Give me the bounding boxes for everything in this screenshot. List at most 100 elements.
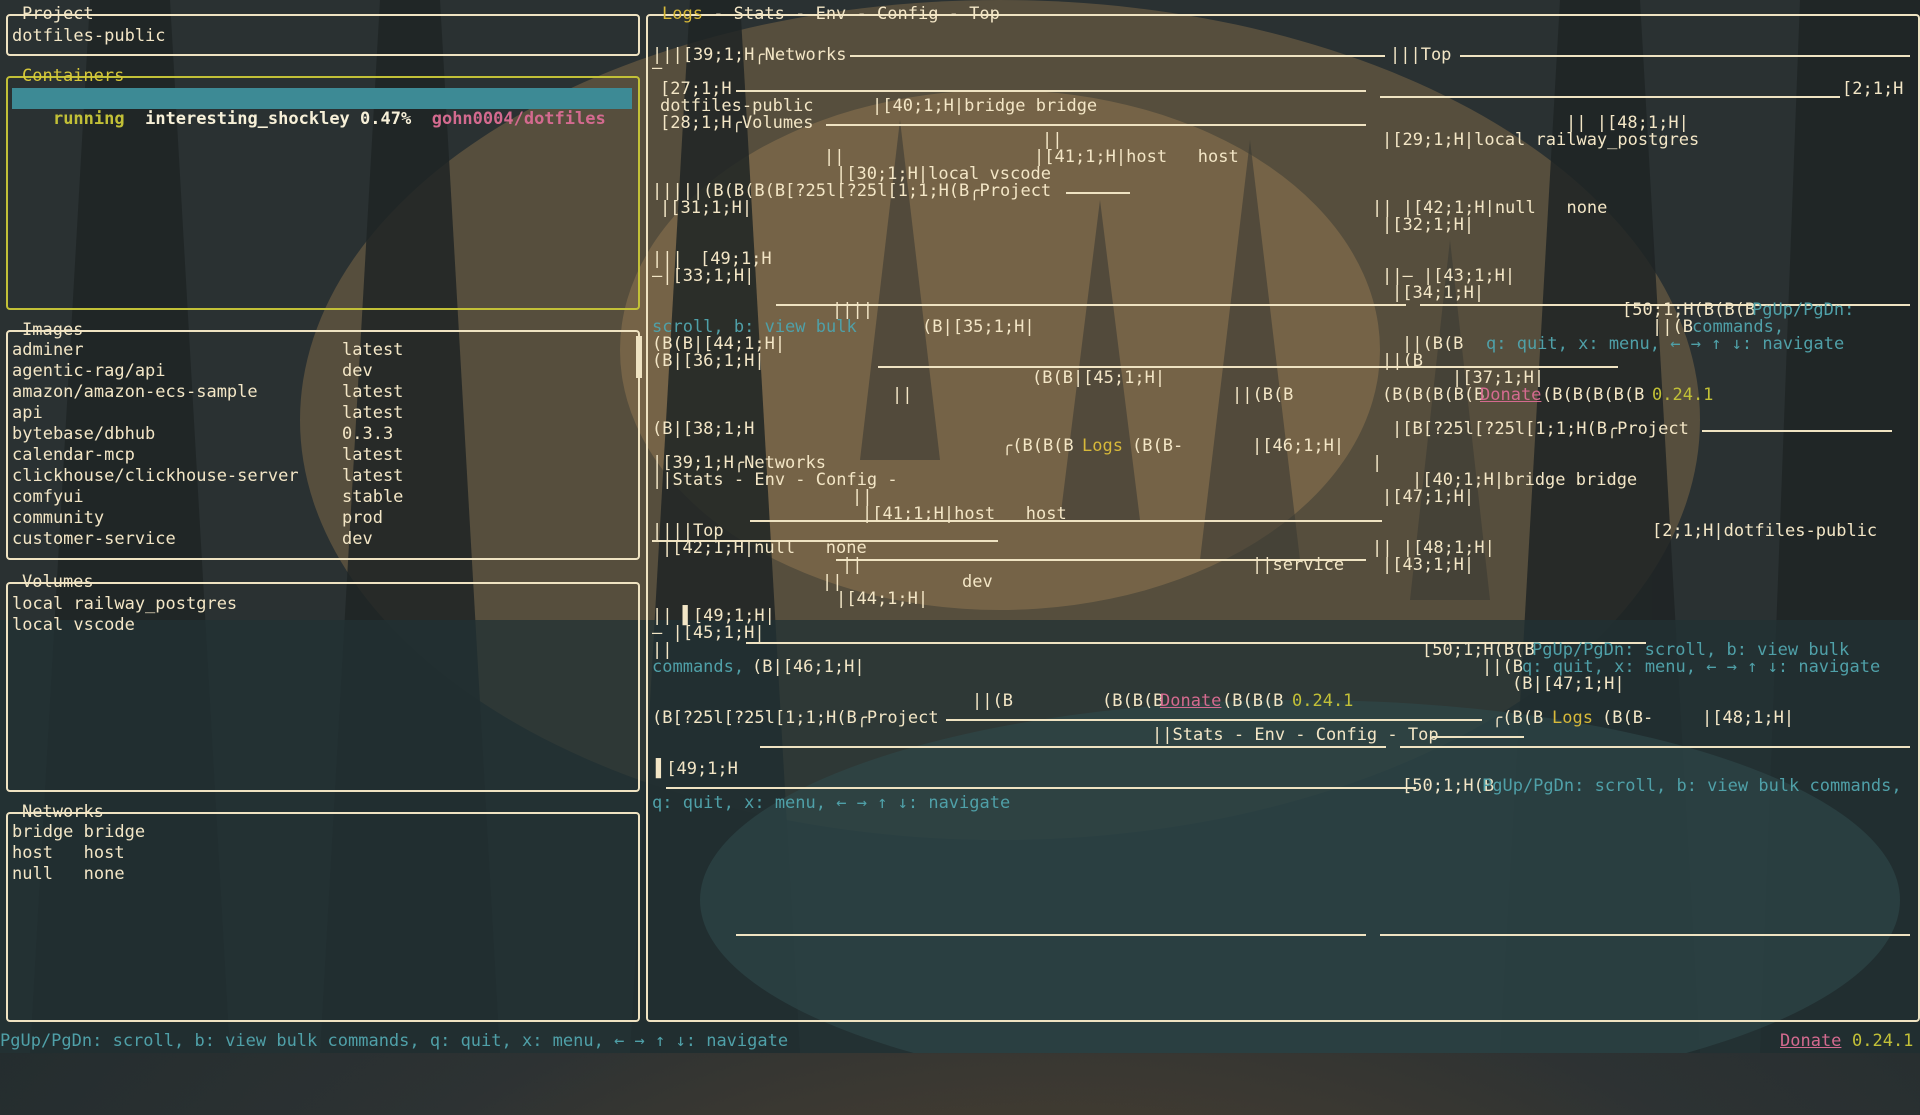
images-scrollbar[interactable] bbox=[636, 336, 642, 378]
volume-item[interactable]: local vscode bbox=[12, 615, 237, 636]
tab-config[interactable]: Config bbox=[877, 4, 938, 24]
log-fragment: (B[?25l[?25l[1;1;H(B╭Project bbox=[652, 708, 939, 728]
log-fragment: PgUp/PgDn: scroll, b: view bulk commands… bbox=[1482, 776, 1902, 796]
log-fragment: [50;1;H(B bbox=[1402, 776, 1495, 796]
image-item[interactable]: clickhouse/clickhouse-server latest bbox=[12, 466, 403, 487]
network-item[interactable]: bridge bridge bbox=[12, 822, 145, 843]
container-row[interactable]: running interesting_shockley 0.47% gohn0… bbox=[12, 88, 632, 129]
log-fragment: ||(B bbox=[1382, 351, 1423, 371]
container-cpu: 0.47% bbox=[360, 109, 412, 129]
image-item[interactable]: bytebase/dbhub 0.3.3 bbox=[12, 424, 403, 445]
image-tag: dev bbox=[342, 361, 373, 381]
log-fragment: ||(B bbox=[972, 691, 1013, 711]
image-item[interactable]: agentic-rag/api dev bbox=[12, 361, 403, 382]
tab-separator: - bbox=[846, 4, 878, 24]
log-fragment: Donate bbox=[1160, 691, 1222, 711]
main-tabs: Logs - Stats - Env - Config - Top bbox=[660, 4, 1002, 25]
log-fragment: |[41;1;H|host host bbox=[862, 504, 1067, 524]
log-fragment: ||(B(B bbox=[1232, 385, 1294, 405]
log-fragment: |[41;1;H|host host bbox=[1034, 147, 1239, 167]
images-list: adminer latest agentic-rag/api dev amazon/am… bbox=[12, 340, 403, 550]
image-item[interactable]: amazon/amazon-ecs-sample latest bbox=[12, 382, 403, 403]
image-item[interactable]: api latest bbox=[12, 403, 403, 424]
tab-separator: - bbox=[702, 4, 734, 24]
network-item[interactable]: null none bbox=[12, 864, 145, 885]
log-fragment: |[B[?25l[?25l[1;1;H(B╭Project bbox=[1392, 419, 1689, 439]
log-fragment: (B|[36;1;H| bbox=[652, 351, 765, 371]
log-fragment: |[46;1;H| bbox=[1252, 436, 1345, 456]
container-name: interesting_shockley bbox=[145, 109, 350, 129]
containers-panel-title: Containers bbox=[22, 66, 125, 86]
image-item[interactable]: customer-service dev bbox=[12, 529, 403, 550]
log-fragment: ||Stats - Env - Config - Top bbox=[1152, 725, 1439, 745]
networks-panel[interactable]: Networks bridge bridge host host null no… bbox=[6, 802, 640, 1022]
log-fragment: (B(B(B bbox=[1222, 691, 1284, 711]
log-fragment: |[31;1;H| bbox=[660, 198, 753, 218]
images-panel[interactable]: Images adminer latest agentic-rag/api dev am… bbox=[6, 320, 640, 560]
image-name: amazon/amazon-ecs-sample bbox=[12, 382, 258, 402]
image-name: bytebase/dbhub bbox=[12, 424, 156, 444]
status-bar: PgUp/PgDn: scroll, b: view bulk commands… bbox=[0, 1031, 1920, 1052]
log-fragment: |||[39;1;H╭Networks bbox=[652, 45, 847, 65]
log-fragment: (B|[38;1;H bbox=[652, 419, 755, 439]
log-fragment: |[32;1;H| bbox=[1382, 215, 1475, 235]
tab-top[interactable]: Top bbox=[969, 4, 1000, 24]
image-name: api bbox=[12, 403, 43, 423]
log-fragment: (B|[46;1;H| bbox=[752, 657, 865, 677]
containers-panel[interactable]: Containers running interesting_shockley … bbox=[6, 66, 640, 310]
version-label: 0.24.1 bbox=[1852, 1031, 1914, 1051]
tab-separator: - bbox=[938, 4, 970, 24]
image-tag: latest bbox=[342, 382, 404, 402]
image-tag: dev bbox=[342, 529, 373, 549]
log-fragment: |[34;1;H| bbox=[1392, 283, 1485, 303]
log-fragment: Logs bbox=[1082, 436, 1123, 456]
log-fragment: | bbox=[1372, 453, 1383, 473]
image-name: clickhouse/clickhouse-server bbox=[12, 466, 299, 486]
keybinding-hints: PgUp/PgDn: scroll, b: view bulk commands… bbox=[0, 1031, 789, 1051]
networks-panel-title: Networks bbox=[22, 802, 104, 822]
project-panel[interactable]: Project dotfiles-public bbox=[6, 4, 640, 56]
log-fragment: |[47;1;H| bbox=[1382, 487, 1475, 507]
log-fragment: |[43;1;H| bbox=[1382, 555, 1475, 575]
image-tag: latest bbox=[342, 340, 404, 360]
image-item[interactable]: community prod bbox=[12, 508, 403, 529]
log-fragment: — bbox=[652, 58, 663, 78]
image-item[interactable]: comfyui stable bbox=[12, 487, 403, 508]
volumes-panel-title: Volumes bbox=[22, 572, 94, 592]
container-status: running bbox=[52, 109, 125, 129]
log-fragment: (B(B|[45;1;H| bbox=[1032, 368, 1166, 388]
log-fragment: [2;1;H bbox=[1842, 79, 1904, 99]
image-tag: stable bbox=[342, 487, 404, 507]
log-fragment: || bbox=[842, 555, 863, 575]
log-fragment: (B(B- bbox=[1602, 708, 1654, 728]
log-fragment: |||Top bbox=[1390, 45, 1452, 65]
image-tag: latest bbox=[342, 445, 404, 465]
image-name: calendar-mcp bbox=[12, 445, 135, 465]
volume-item[interactable]: local railway_postgres bbox=[12, 594, 237, 615]
donate-link[interactable]: Donate bbox=[1780, 1031, 1841, 1052]
log-fragment: |[42;1;H|null none bbox=[662, 538, 867, 558]
log-fragment: (B|[35;1;H| bbox=[922, 317, 1035, 337]
log-fragment: Logs bbox=[1552, 708, 1593, 728]
image-item[interactable]: calendar-mcp latest bbox=[12, 445, 403, 466]
log-fragment: |[29;1;H|local railway_postgres bbox=[1382, 130, 1700, 150]
log-fragment: —|[33;1;H| bbox=[652, 266, 755, 286]
log-fragment: (B(B(B bbox=[1102, 691, 1164, 711]
log-fragment: [2;1;H|dotfiles-public bbox=[1652, 521, 1878, 541]
image-tag: latest bbox=[342, 466, 404, 486]
tab-logs[interactable]: Logs bbox=[662, 4, 703, 24]
log-fragment: (B(B(B(B(B bbox=[1382, 385, 1485, 405]
volumes-panel[interactable]: Volumes local railway_postgres local vsc… bbox=[6, 572, 640, 792]
log-fragment: |[48;1;H| bbox=[1702, 708, 1795, 728]
log-fragment: commands, bbox=[652, 657, 745, 677]
tab-env[interactable]: Env bbox=[816, 4, 847, 24]
log-fragment: ╭(B(B bbox=[1492, 708, 1544, 728]
log-fragment: [28;1;H╭Volumes bbox=[660, 113, 814, 133]
log-fragment: (B|[47;1;H| bbox=[1512, 674, 1625, 694]
log-fragment: (B(B- bbox=[1132, 436, 1184, 456]
image-name: customer-service bbox=[12, 529, 176, 549]
tab-stats[interactable]: Stats bbox=[734, 4, 785, 24]
network-item[interactable]: host host bbox=[12, 843, 145, 864]
log-fragment: ▌[49;1;H bbox=[656, 759, 738, 779]
image-item[interactable]: adminer latest bbox=[12, 340, 403, 361]
